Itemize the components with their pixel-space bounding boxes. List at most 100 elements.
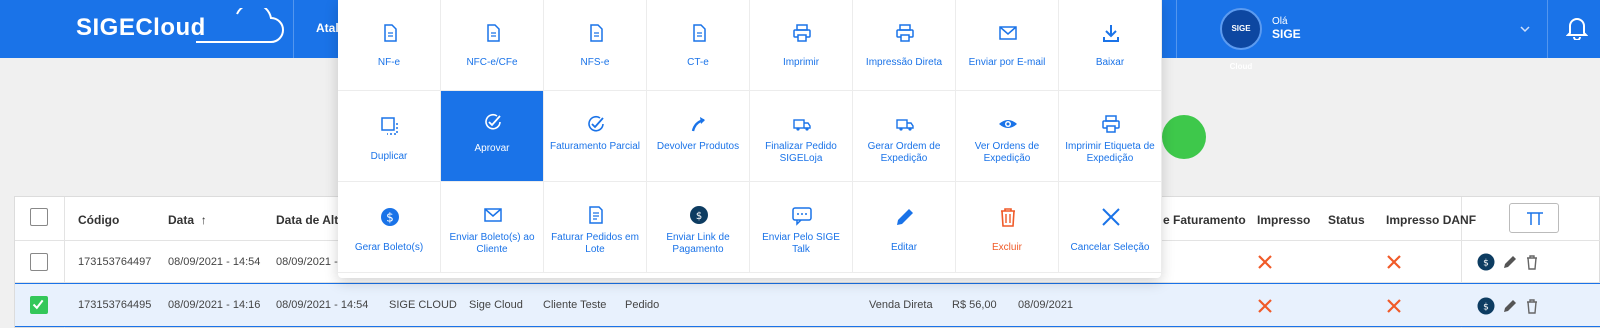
document-icon xyxy=(487,24,500,42)
header-codigo[interactable]: Código xyxy=(78,213,119,227)
actions-menu: NF-e NFC-e/CFe NFS-e CT-e Imprimir Impressão … xyxy=(338,0,1162,278)
header-data-label: Data xyxy=(168,213,195,227)
row-checkbox[interactable] xyxy=(30,296,48,314)
printer-icon xyxy=(793,24,811,42)
cloud-icon xyxy=(196,8,284,43)
trash-icon[interactable] xyxy=(1523,297,1541,315)
select-all-checkbox[interactable] xyxy=(30,208,48,226)
truck-icon xyxy=(793,119,811,131)
menu-item-label: CT-e xyxy=(687,57,709,68)
divider xyxy=(293,0,294,58)
user-name: SIGE xyxy=(1272,27,1301,41)
menu-item-label: Gerar Ordem de Expedição xyxy=(867,141,941,164)
divider xyxy=(1547,0,1548,58)
menu-item-label: Duplicar xyxy=(370,151,408,162)
menu-item-enviar-por-e-mail[interactable]: Enviar por E-mail xyxy=(956,0,1059,91)
close-icon xyxy=(1102,208,1120,226)
columns-button[interactable] xyxy=(1509,203,1559,233)
menu-item-duplicar[interactable]: Duplicar xyxy=(338,91,441,182)
cell-data-faturamento: 08/09/2021 xyxy=(1018,299,1074,311)
menu-item-label: NFC-e/CFe xyxy=(466,57,518,68)
header-faturamento[interactable]: e Faturamento xyxy=(1163,213,1246,227)
menu-item-label: Ver Ordens de Expedição xyxy=(974,141,1040,164)
header-impresso[interactable]: Impresso xyxy=(1257,213,1310,227)
menu-item-cancelar-sele-o[interactable]: Cancelar Seleção xyxy=(1059,182,1162,273)
menu-item-label: Faturar Pedidos em Lote xyxy=(551,232,639,255)
svg-text:$: $ xyxy=(386,211,394,225)
duplicate-icon xyxy=(381,117,398,135)
not-printed-x-icon xyxy=(1258,255,1272,269)
menu-item-finalizar-pedido-sigeloja[interactable]: Finalizar Pedido SIGELoja xyxy=(750,91,853,182)
menu-item-label: Imprimir Etiqueta de Expedição xyxy=(1065,141,1155,164)
menu-item-nfs-e[interactable]: NFS-e xyxy=(544,0,647,91)
check-circle-icon xyxy=(588,115,604,132)
menu-item-imprimir-etiqueta-de-expedi-o[interactable]: Imprimir Etiqueta de Expedição xyxy=(1059,91,1162,182)
bell-icon[interactable] xyxy=(1566,16,1588,40)
menu-item-label: Cancelar Seleção xyxy=(1070,242,1150,253)
add-button[interactable] xyxy=(1162,115,1206,159)
payment-link-icon: $ xyxy=(690,206,708,224)
row-checkbox[interactable] xyxy=(30,253,48,271)
menu-item-label: Editar xyxy=(890,242,918,253)
cell-valor: R$ 56,00 xyxy=(952,299,997,311)
truck-icon xyxy=(896,119,914,131)
document-icon xyxy=(590,24,603,42)
cell-data: 08/09/2021 - 14:54 xyxy=(168,256,261,268)
menu-item-imprimir[interactable]: Imprimir xyxy=(750,0,853,91)
cell-forma-venda: Venda Direta xyxy=(869,299,933,311)
cell-data-alteracao: 08/09/2021 - 14:54 xyxy=(276,299,369,311)
menu-item-label: Imprimir xyxy=(782,57,820,68)
header-data[interactable]: Data ↑ xyxy=(168,213,207,227)
avatar[interactable]: SIGE Cloud xyxy=(1220,8,1262,71)
menu-item-label: Devolver Produtos xyxy=(656,141,740,152)
svg-text:$: $ xyxy=(1483,303,1489,313)
menu-item-ct-e[interactable]: CT-e xyxy=(647,0,750,91)
not-printed-x-icon xyxy=(1387,299,1401,313)
sige-cloud-logo[interactable]: SIGECloud xyxy=(76,8,284,43)
payment-link-icon[interactable]: $ xyxy=(1477,297,1495,315)
menu-item-gerar-ordem-de-expedi-o[interactable]: Gerar Ordem de Expedição xyxy=(853,91,956,182)
menu-item-baixar[interactable]: Baixar xyxy=(1059,0,1162,91)
menu-item-ver-ordens-de-expedi-o[interactable]: Ver Ordens de Expedição xyxy=(956,91,1059,182)
table-row[interactable]: 173153764495 08/09/2021 - 14:16 08/09/20… xyxy=(15,283,1600,327)
menu-item-nfc-e-cfe[interactable]: NFC-e/CFe xyxy=(441,0,544,91)
mail-icon xyxy=(484,208,502,222)
menu-item-excluir[interactable]: Excluir xyxy=(956,182,1059,273)
document-icon xyxy=(384,24,397,42)
cell-tipo: Pedido xyxy=(625,299,660,311)
header-impresso-danfe[interactable]: Impresso DANF xyxy=(1386,213,1476,227)
payment-link-icon[interactable]: $ xyxy=(1477,253,1495,271)
menu-item-enviar-link-de-pagamento[interactable]: $ Enviar Link de Pagamento xyxy=(647,182,750,273)
svg-text:$: $ xyxy=(1483,259,1489,269)
menu-item-devolver-produtos[interactable]: Devolver Produtos xyxy=(647,91,750,182)
menu-item-label: Impressão Direta xyxy=(865,57,943,68)
edit-pencil-icon[interactable] xyxy=(1501,297,1519,315)
menu-item-label: Baixar xyxy=(1095,57,1125,68)
header-status[interactable]: Status xyxy=(1328,213,1365,227)
menu-item-gerar-boleto-s[interactable]: $ Gerar Boleto(s) xyxy=(338,182,441,273)
trash-icon[interactable] xyxy=(1523,253,1541,271)
chevron-down-icon[interactable] xyxy=(1518,22,1532,36)
menu-item-impress-o-direta[interactable]: Impressão Direta xyxy=(853,0,956,91)
menu-item-label: Faturamento Parcial xyxy=(549,141,641,152)
menu-item-aprovar[interactable]: Aprovar xyxy=(441,91,544,182)
menu-item-label: Enviar por E-mail xyxy=(968,57,1046,68)
svg-text:$: $ xyxy=(696,211,702,222)
menu-item-faturar-pedidos-em-lote[interactable]: Faturar Pedidos em Lote xyxy=(544,182,647,273)
cell-cliente: Cliente Teste xyxy=(543,299,607,311)
menu-item-faturamento-parcial[interactable]: Faturamento Parcial xyxy=(544,91,647,182)
edit-pencil-icon[interactable] xyxy=(1501,253,1519,271)
pencil-icon xyxy=(897,209,913,225)
eye-icon xyxy=(999,120,1017,128)
menu-item-editar[interactable]: Editar xyxy=(853,182,956,273)
cell-empresa: SIGE CLOUD xyxy=(389,299,457,311)
menu-item-enviar-boleto-s-ao-cliente[interactable]: Enviar Boleto(s) ao Cliente xyxy=(441,182,544,273)
cell-codigo: 173153764495 xyxy=(78,299,152,311)
dollar-circle-icon: $ xyxy=(381,208,399,226)
invoice-icon xyxy=(589,206,603,224)
menu-item-nf-e[interactable]: NF-e xyxy=(338,0,441,91)
check-circle-icon xyxy=(485,113,501,130)
menu-item-enviar-pelo-sige-talk[interactable]: Enviar Pelo SIGE Talk xyxy=(750,182,853,273)
not-printed-x-icon xyxy=(1387,255,1401,269)
download-icon xyxy=(1103,25,1119,42)
